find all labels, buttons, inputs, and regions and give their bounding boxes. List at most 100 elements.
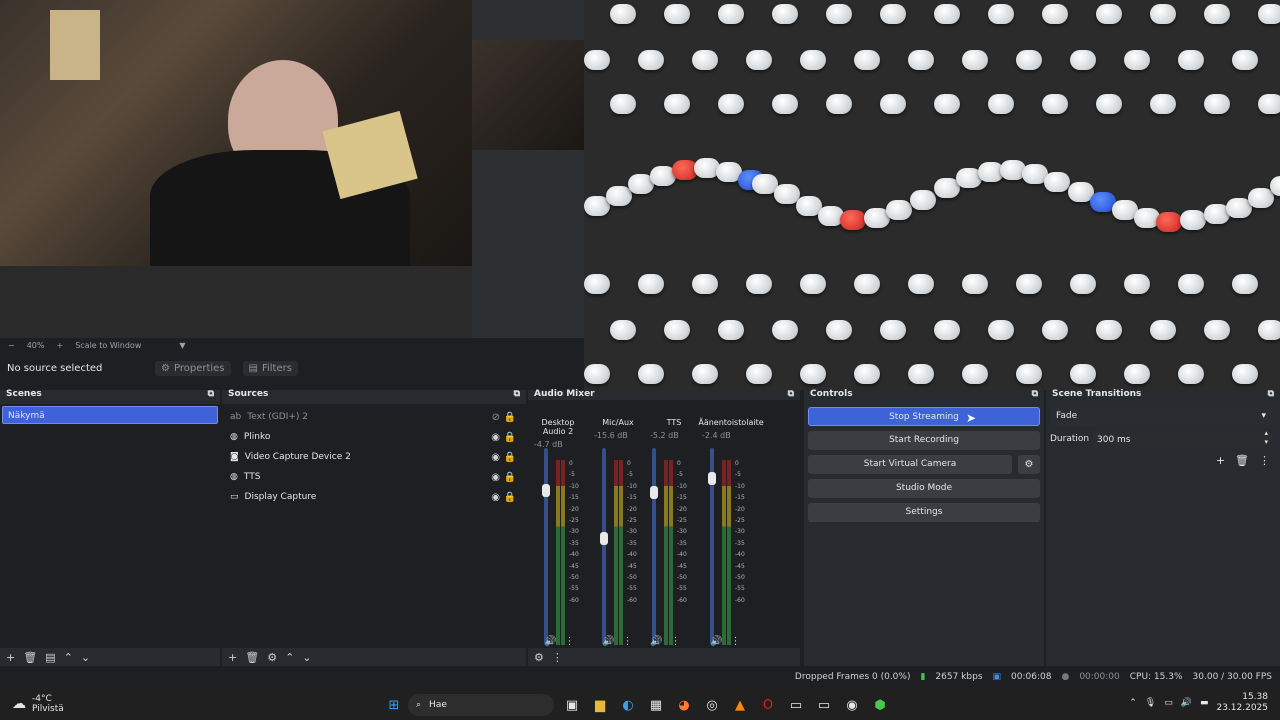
- settings-button[interactable]: Settings: [808, 503, 1040, 522]
- fader-knob[interactable]: [542, 484, 550, 497]
- opera-icon[interactable]: O: [758, 695, 778, 715]
- volume-fader[interactable]: [650, 448, 658, 644]
- vlc-icon[interactable]: ▲: [730, 695, 750, 715]
- zoom-in-icon[interactable]: +: [56, 341, 63, 350]
- lock-icon[interactable]: 🔒: [504, 472, 516, 483]
- filters-label: Filters: [261, 362, 292, 374]
- add-icon[interactable]: +: [1216, 454, 1225, 467]
- stop-streaming-button[interactable]: Stop Streaming: [808, 407, 1040, 426]
- transition-value: Fade: [1056, 411, 1078, 421]
- studio-mode-button[interactable]: Studio Mode: [808, 479, 1040, 498]
- edge-icon[interactable]: ◐: [618, 695, 638, 715]
- virtual-camera-settings-icon[interactable]: ⚙: [1018, 455, 1040, 474]
- move-up-icon[interactable]: ⌃: [64, 651, 73, 664]
- chevron-down-icon[interactable]: ▼: [179, 341, 185, 350]
- start-virtual-camera-button[interactable]: Start Virtual Camera: [808, 455, 1012, 474]
- filter-icon[interactable]: ▤: [45, 651, 55, 664]
- steam-icon[interactable]: ◎: [702, 695, 722, 715]
- fader-knob[interactable]: [600, 532, 608, 545]
- folder-icon[interactable]: ▆: [590, 695, 610, 715]
- weather-widget[interactable]: ☁ -4°C Pilvistä: [12, 694, 64, 714]
- transition-select[interactable]: Fade ▾: [1050, 407, 1272, 426]
- eye-icon[interactable]: ◉: [491, 432, 500, 443]
- move-down-icon[interactable]: ⌄: [81, 651, 90, 664]
- add-icon[interactable]: +: [228, 651, 237, 664]
- meter-tick-label: -5: [735, 471, 741, 479]
- filters-button[interactable]: ▤ Filters: [242, 360, 298, 376]
- source-row[interactable]: ab Text (GDI+) 2 ⊘ 🔒: [222, 407, 526, 427]
- properties-button[interactable]: ⚙ Properties: [155, 360, 231, 376]
- duration-input[interactable]: 300 ms ▴ ▾: [1092, 429, 1272, 449]
- move-up-icon[interactable]: ⌃: [285, 651, 294, 664]
- more-icon[interactable]: ⋮: [670, 636, 680, 647]
- eye-hidden-icon[interactable]: ⊘: [492, 412, 500, 423]
- fader-knob[interactable]: [650, 486, 658, 499]
- undock-icon[interactable]: ⧉: [1268, 390, 1274, 399]
- undock-icon[interactable]: ⧉: [208, 390, 214, 399]
- volume-fader[interactable]: [542, 448, 550, 644]
- network-icon[interactable]: ▭: [1164, 698, 1173, 708]
- move-down-icon[interactable]: ⌄: [302, 651, 311, 664]
- terminal-icon[interactable]: ▭: [786, 695, 806, 715]
- fader-knob[interactable]: [708, 472, 716, 485]
- eye-icon[interactable]: ◉: [491, 452, 500, 463]
- spin-icon[interactable]: ▴ ▾: [1264, 429, 1268, 447]
- volume-fader[interactable]: [600, 448, 608, 644]
- lock-icon[interactable]: 🔒: [504, 452, 516, 463]
- zoom-out-icon[interactable]: −: [8, 341, 15, 350]
- start-recording-button[interactable]: Start Recording: [808, 431, 1040, 450]
- plinko-peg: [910, 190, 936, 210]
- battery-icon[interactable]: ▬: [1200, 698, 1209, 708]
- plinko-peg: [610, 4, 636, 24]
- trash-icon[interactable]: 🗑: [23, 651, 37, 664]
- more-icon[interactable]: ⋮: [730, 636, 740, 647]
- more-icon[interactable]: ⋮: [622, 636, 632, 647]
- add-icon[interactable]: +: [6, 651, 15, 664]
- meter-tick-label: -25: [569, 517, 579, 525]
- speaker-icon[interactable]: 🔊: [650, 636, 662, 647]
- source-row[interactable]: ◙ Video Capture Device 2 ◉ 🔒: [222, 447, 526, 467]
- app-icon[interactable]: ⬢: [870, 695, 890, 715]
- clock[interactable]: 15.38 23.12.2025: [1216, 692, 1268, 714]
- tray-chevron-icon[interactable]: ⌃: [1129, 698, 1137, 708]
- more-icon[interactable]: ⋮: [564, 636, 574, 647]
- gear-icon[interactable]: ⚙: [267, 651, 277, 664]
- dock-title: Scenes: [6, 389, 42, 399]
- meter-tick-label: -50: [569, 574, 579, 582]
- windows-start-icon[interactable]: ⊞: [384, 695, 404, 715]
- undock-icon[interactable]: ⧉: [788, 390, 794, 399]
- source-row[interactable]: ▭ Display Capture ◉ 🔒: [222, 487, 526, 507]
- volume-icon[interactable]: 🔊: [1181, 698, 1192, 708]
- source-row[interactable]: ◍ TTS ◉ 🔒: [222, 467, 526, 487]
- scene-item[interactable]: Näkymä: [2, 406, 218, 424]
- more-icon[interactable]: ⋮: [552, 651, 563, 664]
- firefox-icon[interactable]: ◕: [674, 695, 694, 715]
- volume-fader[interactable]: [708, 448, 716, 644]
- undock-icon[interactable]: ⧉: [1032, 390, 1038, 399]
- speaker-icon[interactable]: 🔊: [602, 636, 614, 647]
- task-view-icon[interactable]: ▣: [562, 695, 582, 715]
- obs-icon[interactable]: ◉: [842, 695, 862, 715]
- plinko-peg: [908, 50, 934, 70]
- speaker-icon[interactable]: 🔊: [544, 636, 556, 647]
- level-meter: [727, 460, 731, 645]
- scale-mode[interactable]: Scale to Window: [75, 341, 141, 350]
- lock-icon[interactable]: 🔒: [504, 432, 516, 443]
- store-icon[interactable]: ▦: [646, 695, 666, 715]
- lock-icon[interactable]: 🔒: [504, 412, 516, 423]
- lock-icon[interactable]: 🔒: [504, 492, 516, 503]
- console-icon[interactable]: ▭: [814, 695, 834, 715]
- advanced-audio-icon[interactable]: ⚙: [534, 651, 544, 664]
- undock-icon[interactable]: ⧉: [514, 390, 520, 399]
- taskbar-search[interactable]: ⌕ Hae: [408, 694, 554, 716]
- microphone-icon[interactable]: 🎙: [1145, 698, 1156, 708]
- trash-icon[interactable]: 🗑: [245, 651, 259, 664]
- level-meter: [722, 460, 726, 645]
- eye-icon[interactable]: ◉: [491, 472, 500, 483]
- speaker-icon[interactable]: 🔊: [710, 636, 722, 647]
- eye-icon[interactable]: ◉: [491, 492, 500, 503]
- source-row[interactable]: ◍ Plinko ◉ 🔒: [222, 427, 526, 447]
- channel-icons: 🔊 ⋮: [544, 636, 574, 647]
- trash-icon[interactable]: 🗑: [1235, 454, 1249, 467]
- more-icon[interactable]: ⋮: [1259, 454, 1270, 467]
